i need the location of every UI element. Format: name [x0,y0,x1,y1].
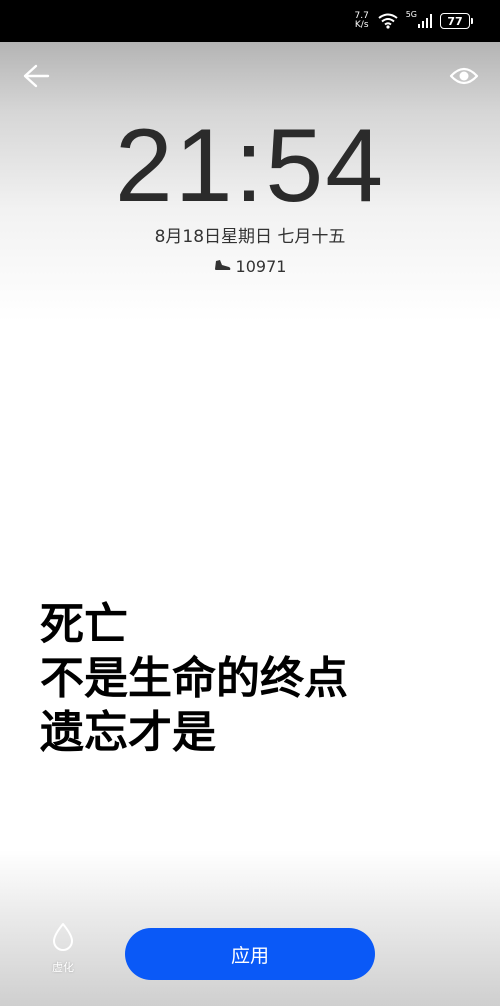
network-speed: 7.7 K/s [354,12,370,30]
lockscreen-date: 8月18日星期日 七月十五 [154,227,346,247]
step-count: 10971 [235,257,287,276]
battery-icon: 77 [440,13,473,29]
eye-icon [449,66,479,90]
blur-button[interactable]: 虚化 [38,922,88,978]
blur-label: 虚化 [52,961,74,974]
signal-icon: 5G [405,10,432,28]
lockscreen-clock: 21:54 [114,108,386,224]
back-button[interactable] [20,62,52,94]
quote-line: 死亡 [40,599,128,650]
status-bar: 7.7 K/s 5G 77 [0,0,500,42]
preview-toggle-button[interactable] [448,62,480,94]
apply-button[interactable]: 应用 [125,928,375,980]
quote-line: 不是生命的终点 [40,653,348,704]
quote-line: 遗忘才是 [40,707,216,758]
status-indicators: 7.7 K/s 5G 77 [354,10,473,32]
step-counter: 10971 [0,257,500,277]
network-type: 5G [405,10,417,19]
wallpaper-quote: 死亡 不是生命的终点 遗忘才是 [40,598,480,760]
shoe-icon [214,257,232,277]
water-drop-icon [51,922,75,956]
battery-level: 77 [447,14,463,28]
back-arrow-icon [22,64,50,92]
wifi-icon [378,13,398,29]
network-speed-unit: K/s [354,20,369,30]
